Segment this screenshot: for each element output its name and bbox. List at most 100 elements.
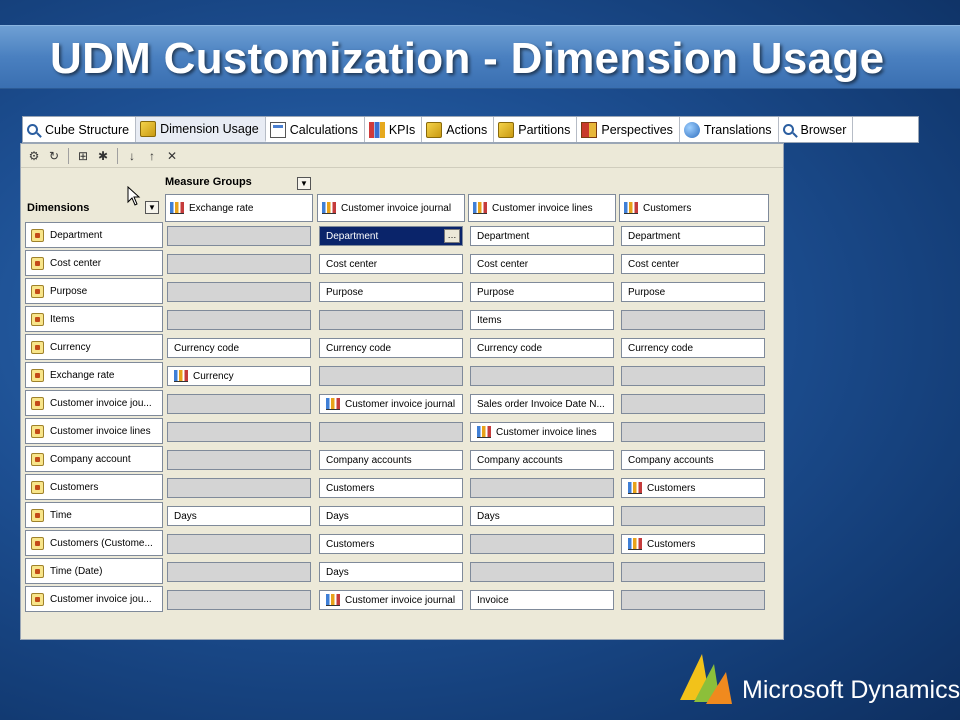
cube-dimension-icon bbox=[31, 368, 44, 382]
relationship-cell[interactable]: Sales order Invoice Date N... bbox=[470, 394, 614, 414]
relationship-cell[interactable] bbox=[167, 254, 311, 274]
relationship-cell[interactable]: Currency code bbox=[167, 338, 311, 358]
tab-dimension-usage[interactable]: Dimension Usage bbox=[136, 117, 266, 142]
relationship-cell[interactable]: Department bbox=[470, 226, 614, 246]
relationship-cell[interactable] bbox=[319, 366, 463, 386]
relationship-cell[interactable] bbox=[167, 282, 311, 302]
relationship-cell[interactable]: Customers bbox=[319, 534, 463, 554]
measure-group-column-header[interactable]: Customer invoice lines bbox=[468, 194, 616, 222]
dimension-row-header[interactable]: Exchange rate bbox=[25, 362, 163, 388]
relationship-cell[interactable]: Currency code bbox=[470, 338, 614, 358]
dimension-row-header[interactable]: Cost center bbox=[25, 250, 163, 276]
relationship-cell[interactable]: Purpose bbox=[470, 282, 614, 302]
relationship-cell[interactable] bbox=[167, 450, 311, 470]
dimension-row-header[interactable]: Purpose bbox=[25, 278, 163, 304]
relationship-cell[interactable]: Purpose bbox=[319, 282, 463, 302]
relationship-cell[interactable] bbox=[167, 394, 311, 414]
dimensions-dropdown-icon[interactable]: ▼ bbox=[145, 201, 159, 214]
relationship-cell[interactable]: Cost center bbox=[319, 254, 463, 274]
relationship-granularity-label: Customers bbox=[647, 538, 696, 550]
sort-descending-icon[interactable]: ↑ bbox=[143, 147, 161, 165]
tab-partitions[interactable]: Partitions bbox=[494, 117, 578, 142]
relationship-granularity-label: Customer invoice journal bbox=[345, 594, 456, 606]
measure-groups-dropdown-icon[interactable]: ▼ bbox=[297, 177, 311, 190]
relationship-cell[interactable] bbox=[621, 506, 765, 526]
relationship-cell[interactable]: Department bbox=[621, 226, 765, 246]
tab-perspectives[interactable]: Perspectives bbox=[577, 117, 680, 142]
relationship-cell[interactable] bbox=[621, 366, 765, 386]
relationship-cell[interactable] bbox=[621, 422, 765, 442]
relationship-cell[interactable]: Customer invoice lines bbox=[470, 422, 614, 442]
show-all-icon[interactable]: ⊞ bbox=[74, 147, 92, 165]
dimension-row-header[interactable]: Customers bbox=[25, 474, 163, 500]
tab-actions[interactable]: Actions bbox=[422, 117, 495, 142]
relationship-cell[interactable]: Days bbox=[470, 506, 614, 526]
relationship-cell[interactable]: Invoice bbox=[470, 590, 614, 610]
measure-group-column-header[interactable]: Customers bbox=[619, 194, 769, 222]
relationship-cell[interactable] bbox=[470, 562, 614, 582]
dimension-row-header[interactable]: Customer invoice jou... bbox=[25, 390, 163, 416]
relationship-cell[interactable]: Cost center bbox=[470, 254, 614, 274]
relationship-cell[interactable]: Customer invoice journal bbox=[319, 590, 463, 610]
relationship-cell[interactable]: Department… bbox=[319, 226, 463, 246]
dimension-row-header[interactable]: Time bbox=[25, 502, 163, 528]
relationship-cell[interactable] bbox=[621, 394, 765, 414]
relationship-cell[interactable] bbox=[470, 478, 614, 498]
relationship-cell[interactable]: Customers bbox=[621, 534, 765, 554]
relationship-cell[interactable]: Days bbox=[319, 506, 463, 526]
relationship-cell[interactable] bbox=[167, 310, 311, 330]
relationship-cell[interactable]: Cost center bbox=[621, 254, 765, 274]
relationship-cell[interactable]: Customers bbox=[621, 478, 765, 498]
partitions-icon bbox=[498, 121, 515, 138]
dimension-row-header[interactable]: Time (Date) bbox=[25, 558, 163, 584]
new-dimension-icon[interactable]: ✱ bbox=[94, 147, 112, 165]
tab-translations[interactable]: Translations bbox=[679, 117, 779, 142]
relationship-cell[interactable] bbox=[470, 366, 614, 386]
dimension-row-header[interactable]: Department bbox=[25, 222, 163, 248]
relationship-cell[interactable]: Currency code bbox=[621, 338, 765, 358]
tab-label: Calculations bbox=[289, 122, 358, 137]
relationship-cell[interactable]: Customers bbox=[319, 478, 463, 498]
relationship-cell[interactable] bbox=[167, 226, 311, 246]
relationship-cell[interactable] bbox=[167, 422, 311, 442]
tab-cube-structure[interactable]: Cube Structure bbox=[23, 117, 137, 142]
dimension-row-header[interactable]: Currency bbox=[25, 334, 163, 360]
relationship-cell[interactable] bbox=[470, 534, 614, 554]
tab-browser[interactable]: Browser bbox=[778, 117, 854, 142]
refresh-icon[interactable]: ↻ bbox=[45, 147, 63, 165]
relationship-cell[interactable]: Company accounts bbox=[470, 450, 614, 470]
dimension-row-header[interactable]: Company account bbox=[25, 446, 163, 472]
relationship-cell[interactable] bbox=[319, 422, 463, 442]
add-cube-dimension-icon[interactable]: ⚙ bbox=[25, 147, 43, 165]
delete-icon[interactable]: ✕ bbox=[163, 147, 181, 165]
relationship-cell[interactable] bbox=[167, 562, 311, 582]
relationship-cell[interactable]: Customer invoice journal bbox=[319, 394, 463, 414]
measure-group-column-header[interactable]: Exchange rate bbox=[165, 194, 313, 222]
relationship-cell[interactable] bbox=[621, 310, 765, 330]
tab-calculations[interactable]: Calculations bbox=[265, 117, 365, 142]
dimension-row-header[interactable]: Customer invoice jou... bbox=[25, 586, 163, 612]
relationship-cell[interactable]: Currency bbox=[167, 366, 311, 386]
tab-kpis[interactable]: KPIs bbox=[364, 117, 423, 142]
relationship-cell[interactable] bbox=[167, 478, 311, 498]
relationship-cell[interactable]: Days bbox=[319, 562, 463, 582]
relationship-cell[interactable]: Purpose bbox=[621, 282, 765, 302]
relationship-cell[interactable]: Items bbox=[470, 310, 614, 330]
relationship-cell[interactable] bbox=[167, 534, 311, 554]
measure-group-column-header[interactable]: Customer invoice journal bbox=[317, 194, 465, 222]
dimension-label: Customer invoice lines bbox=[50, 425, 151, 437]
relationship-cell[interactable] bbox=[621, 562, 765, 582]
sort-ascending-icon[interactable]: ↓ bbox=[123, 147, 141, 165]
relationship-cell[interactable] bbox=[319, 310, 463, 330]
relationship-cell[interactable]: Company accounts bbox=[621, 450, 765, 470]
dimension-row-header[interactable]: Items bbox=[25, 306, 163, 332]
relationship-cell[interactable]: Company accounts bbox=[319, 450, 463, 470]
relationship-cell[interactable]: Days bbox=[167, 506, 311, 526]
relationship-cell[interactable]: Currency code bbox=[319, 338, 463, 358]
relationship-granularity-label: Days bbox=[326, 566, 349, 578]
dimension-row-header[interactable]: Customers (Custome... bbox=[25, 530, 163, 556]
dimension-row-header[interactable]: Customer invoice lines bbox=[25, 418, 163, 444]
relationship-cell[interactable] bbox=[167, 590, 311, 610]
relationship-cell[interactable] bbox=[621, 590, 765, 610]
ellipsis-button[interactable]: … bbox=[444, 229, 460, 243]
